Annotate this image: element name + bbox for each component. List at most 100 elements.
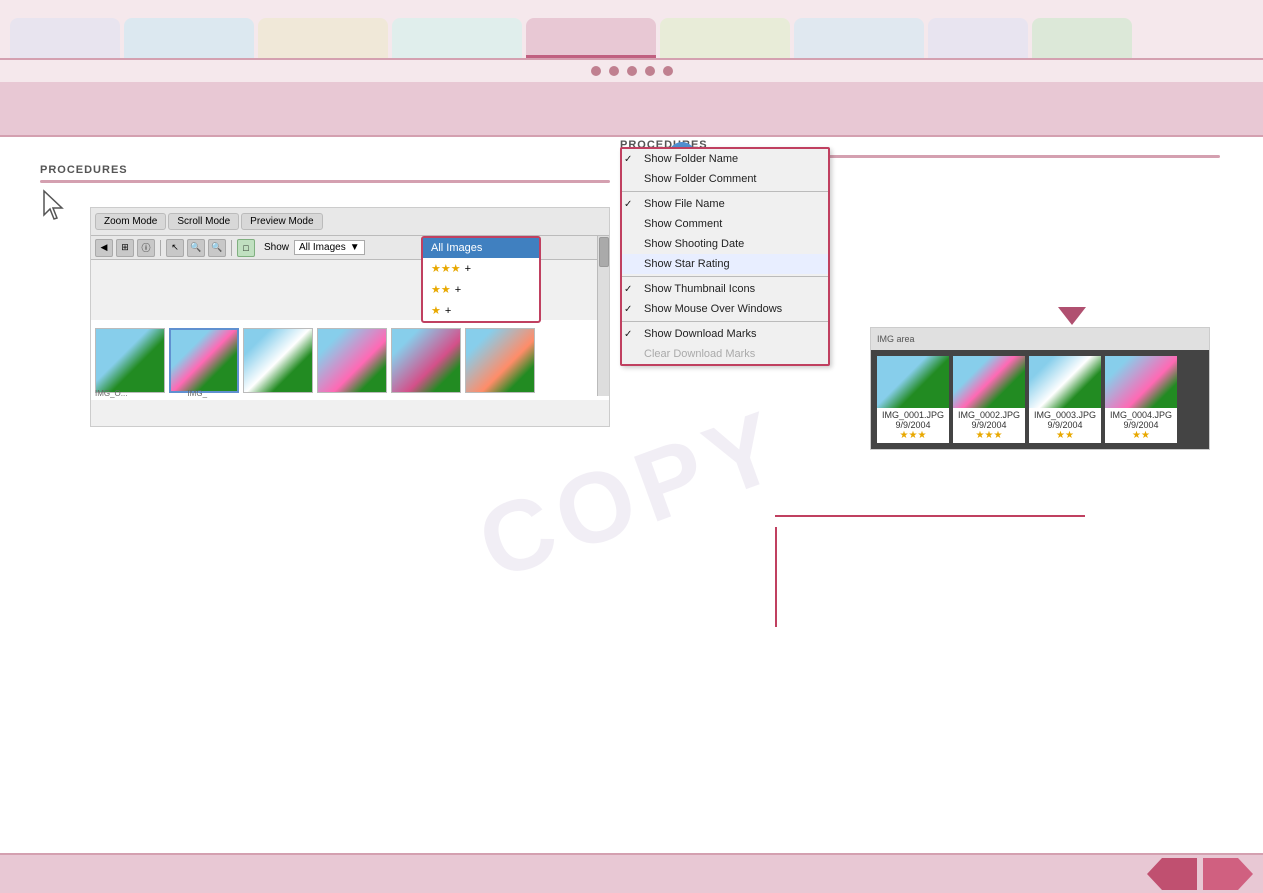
filter-dropdown-btn[interactable]: All Images ▼	[294, 240, 365, 255]
app-screenshot: Zoom Mode Scroll Mode Preview Mode ◀ ⊞ ⓘ…	[90, 207, 610, 427]
bottom-nav	[0, 853, 1263, 893]
thumbnail-row	[91, 320, 609, 400]
gallery-thumb-2-filename: IMG_0002.JPG	[955, 410, 1023, 420]
dot-5	[663, 66, 673, 76]
main-content: COPY PROCEDURES PROCEDURES i ▼ Zoom Mode…	[0, 137, 1263, 853]
ctx-show-comment[interactable]: Show Comment	[622, 214, 828, 234]
tab-7[interactable]	[794, 18, 924, 58]
scrollbar-thumb[interactable]	[599, 237, 609, 267]
img-label-1: IMG_O...	[95, 389, 127, 398]
dropdown-option-3star-label: +	[465, 263, 471, 275]
gallery-thumb-3-img	[1029, 356, 1101, 408]
thumb-1[interactable]	[95, 328, 165, 393]
dropdown-option-1star[interactable]: ★ +	[423, 300, 539, 321]
thumb-4[interactable]	[317, 328, 387, 393]
gallery-thumb-4-filename: IMG_0004.JPG	[1107, 410, 1175, 420]
gallery-area: IMG area IMG_0001.JPG 9/9/2004 ★★★ IMG_0…	[870, 327, 1210, 450]
next-button[interactable]	[1203, 858, 1253, 890]
ctx-show-folder-name-label: Show Folder Name	[644, 153, 738, 165]
ctx-clear-download-marks-label: Clear Download Marks	[644, 348, 755, 360]
ctx-show-thumbnail-icons-label: Show Thumbnail Icons	[644, 283, 755, 295]
ctx-show-file-name[interactable]: Show File Name	[622, 194, 828, 214]
dropdown-option-2star[interactable]: ★★ +	[423, 279, 539, 300]
prev-button[interactable]	[1147, 858, 1197, 890]
ctx-clear-download-marks: Clear Download Marks	[622, 344, 828, 364]
gallery-thumb-1[interactable]: IMG_0001.JPG 9/9/2004 ★★★	[877, 356, 949, 443]
gallery-thumb-4[interactable]: IMG_0004.JPG 9/9/2004 ★★	[1105, 356, 1177, 443]
tab-3[interactable]	[258, 18, 388, 58]
ctx-show-comment-label: Show Comment	[644, 218, 722, 230]
left-procedures-line	[40, 180, 610, 183]
dropdown-option-3star[interactable]: ★★★ +	[423, 258, 539, 279]
dots-row	[0, 60, 1263, 82]
tab-5-active[interactable]	[526, 18, 656, 58]
img-label-2: IMG_	[187, 389, 207, 398]
cursor-icon[interactable]: ↖	[166, 239, 184, 257]
dot-4	[645, 66, 655, 76]
gallery-thumb-3-info: IMG_0003.JPG 9/9/2004 ★★	[1029, 408, 1101, 443]
tab-2[interactable]	[124, 18, 254, 58]
gallery-thumb-1-stars: ★★★	[879, 430, 947, 441]
tab-4[interactable]	[392, 18, 522, 58]
ctx-show-thumbnail-icons[interactable]: Show Thumbnail Icons	[622, 279, 828, 299]
gallery-thumb-3-filename: IMG_0003.JPG	[1031, 410, 1099, 420]
back-icon[interactable]: ◀	[95, 239, 113, 257]
dropdown-option-1star-label: +	[445, 305, 451, 317]
gallery-thumb-4-stars: ★★	[1107, 430, 1175, 441]
ctx-show-download-marks-label: Show Download Marks	[644, 328, 757, 340]
mouse-cursor-icon	[40, 189, 72, 221]
app-toolbar: Zoom Mode Scroll Mode Preview Mode	[91, 208, 609, 236]
show-label: Show	[264, 242, 289, 253]
zoom-in-icon[interactable]: 🔍	[187, 239, 205, 257]
ctx-separator-3	[622, 321, 828, 322]
zoom-out-icon[interactable]: 🔍	[208, 239, 226, 257]
context-menu[interactable]: Show Folder Name Show Folder Comment Sho…	[620, 147, 830, 366]
ctx-show-download-marks[interactable]: Show Download Marks	[622, 324, 828, 344]
ctx-show-mouse-over-label: Show Mouse Over Windows	[644, 303, 782, 315]
gallery-thumb-3-date: 9/9/2004	[1031, 420, 1099, 430]
top-tab-bar	[0, 0, 1263, 60]
zoom-mode-btn[interactable]: Zoom Mode	[95, 213, 166, 230]
img-labels: IMG_O... IMG_	[95, 389, 207, 398]
ctx-separator-2	[622, 276, 828, 277]
ctx-show-file-name-label: Show File Name	[644, 198, 725, 210]
gallery-header: IMG area	[871, 328, 1209, 350]
red-bracket-line	[775, 515, 1085, 517]
ctx-show-star-rating[interactable]: Show Star Rating	[622, 254, 828, 274]
thumb-2[interactable]	[169, 328, 239, 393]
gallery-thumb-1-filename: IMG_0001.JPG	[879, 410, 947, 420]
green-frame-icon[interactable]: □	[237, 239, 255, 257]
ctx-show-mouse-over[interactable]: Show Mouse Over Windows	[622, 299, 828, 319]
tab-1[interactable]	[10, 18, 120, 58]
ctx-show-folder-name[interactable]: Show Folder Name	[622, 149, 828, 169]
scroll-mode-btn[interactable]: Scroll Mode	[168, 213, 239, 230]
gallery-thumb-3[interactable]: IMG_0003.JPG 9/9/2004 ★★	[1029, 356, 1101, 443]
filter-dropdown-menu[interactable]: All Images ★★★ + ★★ + ★ +	[421, 236, 541, 323]
gallery-thumb-4-date: 9/9/2004	[1107, 420, 1175, 430]
separator	[160, 240, 161, 256]
grid-icon[interactable]: ⊞	[116, 239, 134, 257]
tab-6[interactable]	[660, 18, 790, 58]
ctx-show-star-rating-label: Show Star Rating	[644, 258, 730, 270]
thumb-5[interactable]	[391, 328, 461, 393]
tab-9[interactable]	[1032, 18, 1132, 58]
ctx-show-folder-comment[interactable]: Show Folder Comment	[622, 169, 828, 189]
gallery-thumb-2[interactable]: IMG_0002.JPG 9/9/2004 ★★★	[953, 356, 1025, 443]
separator2	[231, 240, 232, 256]
arrow-down-indicator	[1058, 307, 1086, 325]
gallery-header-label: IMG area	[877, 334, 915, 344]
tab-8[interactable]	[928, 18, 1028, 58]
preview-mode-btn[interactable]: Preview Mode	[241, 213, 322, 230]
gallery-thumb-1-date: 9/9/2004	[879, 420, 947, 430]
info-icon-small[interactable]: ⓘ	[137, 239, 155, 257]
dropdown-option-all[interactable]: All Images	[423, 238, 539, 258]
thumb-6[interactable]	[465, 328, 535, 393]
vertical-scrollbar[interactable]	[597, 236, 609, 396]
two-star-icon: ★★	[431, 283, 451, 296]
thumb-3[interactable]	[243, 328, 313, 393]
gallery-thumbs: IMG_0001.JPG 9/9/2004 ★★★ IMG_0002.JPG 9…	[871, 350, 1209, 449]
ctx-show-shooting-date[interactable]: Show Shooting Date	[622, 234, 828, 254]
ctx-show-folder-comment-label: Show Folder Comment	[644, 173, 757, 185]
red-connector-line	[775, 527, 777, 627]
dot-2	[609, 66, 619, 76]
